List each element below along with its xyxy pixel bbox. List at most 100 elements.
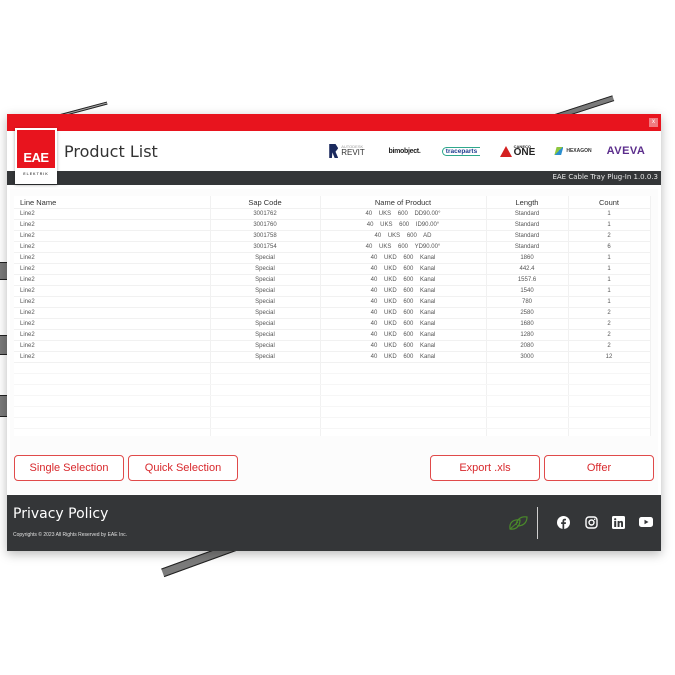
cell-sap-code: Special [255,255,275,261]
table-row[interactable]: Line2 Special 40 UKD 600 Kanal 2080 2 [14,341,650,352]
cell-sap-code: Special [255,332,275,338]
empty-table-row [14,374,650,385]
cell-line-name: Line2 [20,310,35,316]
cell-sap-code: 3001760 [253,222,277,228]
table-row[interactable]: Line2 Special 40 UKD 600 Kanal 780 1 [14,297,650,308]
hexagon-mark-icon [554,147,564,155]
cell-product-name: 40 UKD 600 Kanal [370,343,436,349]
single-selection-button[interactable]: Single Selection [14,455,124,481]
cell-count: 1 [607,222,611,228]
cell-line-name: Line2 [20,266,35,272]
table-row[interactable]: Line2 Special 40 UKD 600 Kanal 1680 2 [14,319,650,330]
footer-divider [537,507,538,539]
revit-text: REVIT [341,148,365,157]
cell-count: 1 [607,299,611,305]
table-row[interactable]: Line2 Special 40 UKD 600 Kanal 3000 12 [14,352,650,363]
table-row[interactable]: Line2 3001754 40 UKS 600 YD90.00° Standard 6 [14,242,650,253]
caneco-triangle-icon [499,145,512,157]
privacy-policy-link[interactable]: Privacy Policy [13,506,108,522]
page-title: Product List [64,142,158,161]
empty-table-row [14,363,650,374]
cell-product-name: 40 UKD 600 Kanal [370,332,436,338]
cell-line-name: Line2 [20,332,35,338]
plugin-version: EAE Cable Tray Plug-In 1.0.0.3 [552,173,658,181]
eae-logo: EAE ELEKTRIK [15,128,57,184]
cell-sap-code: Special [255,299,275,305]
cell-sap-code: 3001758 [253,233,277,239]
export-xls-button[interactable]: Export .xls [430,455,540,481]
revit-r-icon [329,144,339,158]
cell-count: 1 [607,255,611,261]
leaf-icon [509,516,528,530]
linkedin-icon[interactable] [611,515,625,529]
eae-logo-text: EAE [23,150,49,165]
table-row[interactable]: Line2 Special 40 UKD 600 Kanal 1557.6 1 [14,275,650,286]
cell-product-name: 40 UKD 600 Kanal [370,288,436,294]
cell-product-name: 40 UKD 600 Kanal [370,266,436,272]
cell-product-name: 40 UKD 600 Kanal [370,310,436,316]
cell-count: 1 [607,288,611,294]
eae-logo-subtext: ELEKTRIK [23,172,49,176]
cell-sap-code: 3001762 [253,211,277,217]
cell-length: Standard [514,211,540,217]
empty-table-row [14,385,650,396]
cell-sap-code: Special [255,266,275,272]
empty-table-row [14,407,650,418]
column-header-line-name[interactable]: Line Name [20,196,210,208]
cell-product-name: 40 UKD 600 Kanal [370,354,436,360]
table-row[interactable]: Line2 Special 40 UKD 600 Kanal 442.4 1 [14,264,650,275]
table-row[interactable]: Line2 3001762 40 UKS 600 DD90.00° Standard 1 [14,209,650,220]
column-header-sap-code[interactable]: Sap Code [210,196,320,208]
cell-product-name: 40 UKS 600 AD [374,233,432,239]
cell-line-name: Line2 [20,288,35,294]
table-row[interactable]: Line2 Special 40 UKD 600 Kanal 2580 2 [14,308,650,319]
cell-count: 1 [607,266,611,272]
column-divider [650,196,651,436]
traceparts-logo: traceparts [432,140,490,162]
quick-selection-button[interactable]: Quick Selection [128,455,238,481]
facebook-icon[interactable] [556,515,570,529]
instagram-icon[interactable] [584,515,598,529]
cell-count: 2 [607,310,611,316]
cell-count: 2 [607,321,611,327]
cell-length: Standard [514,233,540,239]
cell-line-name: Line2 [20,255,35,261]
cell-sap-code: Special [255,321,275,327]
table-row[interactable]: Line2 3001760 40 UKS 600 ID90.00° Standard 1 [14,220,650,231]
cell-sap-code: Special [255,310,275,316]
cell-line-name: Line2 [20,222,35,228]
cell-sap-code: Special [255,288,275,294]
footer: Privacy Policy Copyrights © 2023 All Rig… [7,495,661,551]
column-header-product-name[interactable]: Name of Product [320,196,486,208]
content-area: Line Name Sap Code Name of Product Lengt… [10,189,658,494]
cell-count: 2 [607,343,611,349]
table-row[interactable]: Line2 Special 40 UKD 600 Kanal 1540 1 [14,286,650,297]
caneco-one-logo: CANECO ONE [490,140,545,162]
cell-sap-code: Special [255,277,275,283]
cell-length: 3000 [520,354,534,360]
hexagon-text: HEXAGON [566,148,592,154]
cell-line-name: Line2 [20,321,35,327]
product-table: Line Name Sap Code Name of Product Lengt… [14,196,651,436]
cell-length: 1680 [520,321,534,327]
column-header-count[interactable]: Count [568,196,650,208]
table-row[interactable]: Line2 Special 40 UKD 600 Kanal 1860 1 [14,253,650,264]
partner-logos: AUTODESK REVIT bimobject. traceparts CAN… [317,140,651,162]
offer-button[interactable]: Offer [544,455,654,481]
close-button[interactable]: x [649,118,658,127]
cell-product-name: 40 UKD 600 Kanal [370,321,436,327]
youtube-icon[interactable] [639,515,653,529]
cell-length: 780 [521,299,532,305]
traceparts-text: traceparts [441,146,481,156]
column-header-length[interactable]: Length [486,196,568,208]
table-header-row: Line Name Sap Code Name of Product Lengt… [14,196,650,209]
cell-count: 2 [607,233,611,239]
cell-length: 2080 [520,343,534,349]
title-bar: x [7,114,661,131]
cell-count: 6 [607,244,611,250]
cell-length: Standard [514,244,540,250]
table-row[interactable]: Line2 Special 40 UKD 600 Kanal 1280 2 [14,330,650,341]
cell-sap-code: Special [255,343,275,349]
table-row[interactable]: Line2 3001758 40 UKS 600 AD Standard 2 [14,231,650,242]
bimobject-logo: bimobject. [388,147,421,155]
